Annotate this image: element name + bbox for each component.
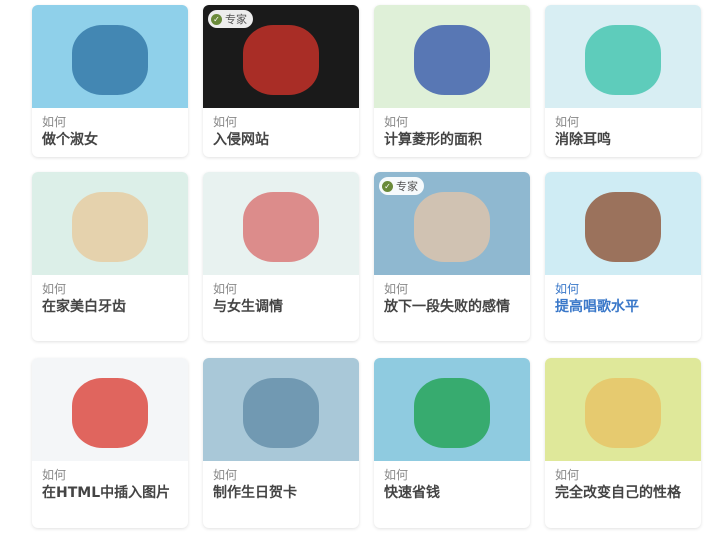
article-title[interactable]: 消除耳鸣 [555, 130, 693, 150]
article-prefix: 如何 [555, 468, 580, 482]
article-thumbnail[interactable]: ✓ 专家 [374, 172, 530, 275]
article-title[interactable]: 计算菱形的面积 [384, 130, 522, 150]
illustration [585, 192, 661, 262]
article-thumbnail[interactable] [545, 358, 701, 461]
article-thumbnail[interactable] [374, 358, 530, 461]
article-title[interactable]: 提高唱歌水平 [555, 297, 693, 317]
article-title[interactable]: 完全改变自己的性格 [555, 483, 693, 503]
check-icon: ✓ [382, 180, 393, 192]
article-title[interactable]: 放下一段失败的感情 [384, 297, 522, 317]
article-prefix: 如何 [384, 115, 409, 129]
article-prefix: 如何 [384, 468, 409, 482]
article-prefix: 如何 [42, 115, 67, 129]
illustration [72, 378, 148, 448]
article-title[interactable]: 制作生日贺卡 [213, 483, 351, 503]
article-thumbnail[interactable] [545, 172, 701, 275]
article-title[interactable]: 与女生调情 [213, 297, 351, 317]
article-thumbnail[interactable] [32, 5, 188, 108]
article-prefix: 如何 [213, 468, 238, 482]
illustration [72, 192, 148, 262]
illustration [414, 192, 490, 262]
expert-badge: ✓ 专家 [208, 10, 253, 28]
article-card[interactable]: 如何 计算菱形的面积 [374, 5, 530, 157]
article-title[interactable]: 在HTML中插入图片 [42, 483, 180, 503]
article-card[interactable]: 如何 制作生日贺卡 [203, 358, 359, 528]
article-card[interactable]: ✓ 专家 如何 入侵网站 [203, 5, 359, 157]
article-card[interactable]: 如何 做个淑女 [32, 5, 188, 157]
illustration [585, 25, 661, 95]
article-thumbnail[interactable]: ✓ 专家 [203, 5, 359, 108]
illustration [243, 25, 319, 95]
article-card[interactable]: 如何 快速省钱 [374, 358, 530, 528]
article-thumbnail[interactable] [545, 5, 701, 108]
illustration [72, 25, 148, 95]
article-title[interactable]: 入侵网站 [213, 130, 351, 150]
illustration [414, 378, 490, 448]
article-card[interactable]: 如何 消除耳鸣 [545, 5, 701, 157]
article-title[interactable]: 做个淑女 [42, 130, 180, 150]
check-icon: ✓ [211, 13, 222, 25]
article-prefix: 如何 [555, 282, 580, 296]
article-thumbnail[interactable] [32, 172, 188, 275]
article-card[interactable]: 如何 完全改变自己的性格 [545, 358, 701, 528]
article-thumbnail[interactable] [32, 358, 188, 461]
illustration [585, 378, 661, 448]
article-title[interactable]: 快速省钱 [384, 483, 522, 503]
article-card[interactable]: 如何 提高唱歌水平 [545, 172, 701, 341]
article-prefix: 如何 [213, 115, 238, 129]
article-card[interactable]: 如何 在家美白牙齿 [32, 172, 188, 341]
article-thumbnail[interactable] [374, 5, 530, 108]
illustration [243, 192, 319, 262]
expert-badge: ✓ 专家 [379, 177, 424, 195]
article-prefix: 如何 [555, 115, 580, 129]
article-card[interactable]: ✓ 专家 如何 放下一段失败的感情 [374, 172, 530, 341]
illustration [243, 378, 319, 448]
article-prefix: 如何 [42, 282, 67, 296]
article-prefix: 如何 [42, 468, 67, 482]
article-thumbnail[interactable] [203, 358, 359, 461]
article-prefix: 如何 [384, 282, 409, 296]
article-prefix: 如何 [213, 282, 238, 296]
article-card[interactable]: 如何 与女生调情 [203, 172, 359, 341]
article-thumbnail[interactable] [203, 172, 359, 275]
article-card[interactable]: 如何 在HTML中插入图片 [32, 358, 188, 528]
article-title[interactable]: 在家美白牙齿 [42, 297, 180, 317]
illustration [414, 25, 490, 95]
